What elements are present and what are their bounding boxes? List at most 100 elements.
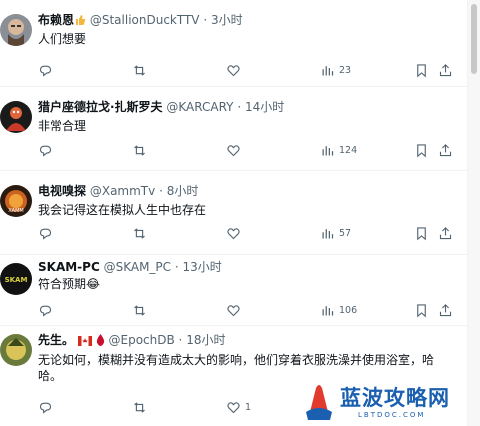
tweet[interactable]: SKAM SKAM-PC @SKAM_PC · 13小时 符合预期😂 106 (0, 255, 467, 326)
views-icon (322, 305, 334, 315)
heart-icon (227, 64, 240, 76)
retweet-button[interactable] (132, 62, 147, 78)
share-icon (439, 143, 452, 156)
tweet[interactable]: 猎户座德拉戈·扎斯罗夫 @KARCARY · 14小时 非常合理 124 (0, 87, 467, 171)
user-handle[interactable]: @StallionDuckTTV (90, 13, 200, 27)
reply-button[interactable] (38, 302, 53, 318)
user-handle[interactable]: @XammTv (90, 184, 155, 198)
views-count: 124 (339, 144, 358, 156)
share-button[interactable] (438, 62, 453, 78)
separator-dot: · (174, 260, 179, 274)
reply-icon (39, 228, 52, 240)
tweet-header: 电视嗅探 @XammTv · 8小时 (38, 183, 198, 199)
views-icon (322, 228, 334, 238)
display-name[interactable]: 先生。 (38, 333, 74, 347)
share-icon (439, 63, 452, 76)
reply-icon (39, 145, 52, 157)
tweet-actions: 23 (38, 62, 458, 78)
bookmark-icon (417, 226, 426, 240)
share-button[interactable] (438, 302, 453, 318)
display-name[interactable]: 电视嗅探 (38, 184, 86, 198)
timestamp[interactable]: 8小时 (167, 184, 199, 198)
display-name[interactable]: 布赖恩 (38, 13, 74, 27)
tweet-text: 符合预期😂 (38, 277, 101, 291)
bookmark-button[interactable] (414, 142, 429, 158)
timestamp[interactable]: 13小时 (183, 260, 222, 274)
timestamp[interactable]: 3小时 (211, 13, 243, 27)
tweet-actions: 106 (38, 302, 458, 318)
views-button[interactable]: 124 (320, 142, 357, 158)
reply-button[interactable] (38, 399, 53, 415)
reply-button[interactable] (38, 142, 53, 158)
svg-text:XAMM: XAMM (8, 208, 23, 214)
bookmark-icon (417, 63, 426, 77)
thumbs-up-icon (74, 14, 86, 30)
like-button[interactable] (226, 142, 241, 158)
views-count: 106 (339, 304, 358, 316)
retweet-button[interactable] (132, 399, 147, 415)
reply-button[interactable] (38, 62, 53, 78)
tweet[interactable]: 布赖恩 @StallionDuckTTV · 3小时 人们想要 23 (0, 0, 467, 87)
tweet-header: SKAM-PC @SKAM_PC · 13小时 (38, 259, 222, 275)
like-button[interactable] (226, 302, 241, 318)
likes-count: 1 (245, 401, 252, 413)
retweet-button[interactable] (132, 302, 147, 318)
canada-flag-icon (77, 334, 92, 350)
avatar[interactable]: SKAM (0, 263, 32, 295)
avatar[interactable] (0, 101, 32, 133)
user-handle[interactable]: @KARCARY (166, 100, 233, 114)
like-button[interactable] (226, 225, 241, 241)
heart-icon (227, 227, 240, 239)
watermark: 蓝波攻略网 LBTDOC.COM (300, 380, 470, 424)
reply-icon (39, 305, 52, 317)
views-icon (322, 65, 334, 75)
bookmark-button[interactable] (414, 225, 429, 241)
like-button[interactable]: 1 (226, 399, 251, 415)
user-handle[interactable]: @SKAM_PC (104, 260, 171, 274)
views-button[interactable]: 23 (320, 62, 351, 78)
share-icon (439, 226, 452, 239)
timestamp[interactable]: 14小时 (245, 100, 284, 114)
tweet-text: 人们想要 (38, 32, 87, 46)
tweet-header: 猎户座德拉戈·扎斯罗夫 @KARCARY · 14小时 (38, 99, 284, 115)
avatar[interactable] (0, 14, 32, 46)
retweet-button[interactable] (132, 225, 147, 241)
scrollbar-thumb[interactable] (471, 4, 477, 74)
reply-button[interactable] (38, 225, 53, 241)
blood-drop-icon (96, 334, 105, 350)
tweet[interactable]: XAMM 电视嗅探 @XammTv · 8小时 我会记得这在模拟人生中也存在 5… (0, 171, 467, 255)
retweet-icon (134, 227, 145, 239)
display-name[interactable]: 猎户座德拉戈·扎斯罗夫 (38, 100, 163, 114)
heart-icon (227, 401, 240, 413)
tweet-text: 我会记得这在模拟人生中也存在 (38, 203, 207, 217)
share-button[interactable] (438, 225, 453, 241)
tweet-text: 非常合理 (38, 119, 87, 133)
like-button[interactable] (226, 62, 241, 78)
bookmark-button[interactable] (414, 62, 429, 78)
views-icon (322, 145, 334, 155)
separator-dot: · (203, 13, 208, 27)
views-button[interactable]: 106 (320, 302, 357, 318)
views-count: 57 (339, 227, 352, 239)
reply-icon (39, 402, 52, 414)
views-count: 23 (339, 64, 352, 76)
avatar[interactable]: XAMM (0, 185, 32, 217)
timestamp[interactable]: 18小时 (186, 333, 225, 347)
avatar[interactable] (0, 334, 32, 366)
separator-dot: · (178, 333, 183, 347)
tweet-actions: 57 (38, 225, 458, 241)
retweet-button[interactable] (132, 142, 147, 158)
bookmark-icon (417, 303, 426, 317)
retweet-icon (134, 64, 145, 76)
reply-icon (39, 65, 52, 77)
views-button[interactable]: 57 (320, 225, 351, 241)
retweet-icon (134, 144, 145, 156)
share-button[interactable] (438, 142, 453, 158)
bookmark-button[interactable] (414, 302, 429, 318)
separator-dot: · (237, 100, 242, 114)
user-handle[interactable]: @EpochDB (109, 333, 175, 347)
display-name[interactable]: SKAM-PC (38, 260, 100, 274)
retweet-icon (134, 401, 145, 413)
separator-dot: · (159, 184, 163, 198)
tweet-actions: 124 (38, 142, 458, 158)
